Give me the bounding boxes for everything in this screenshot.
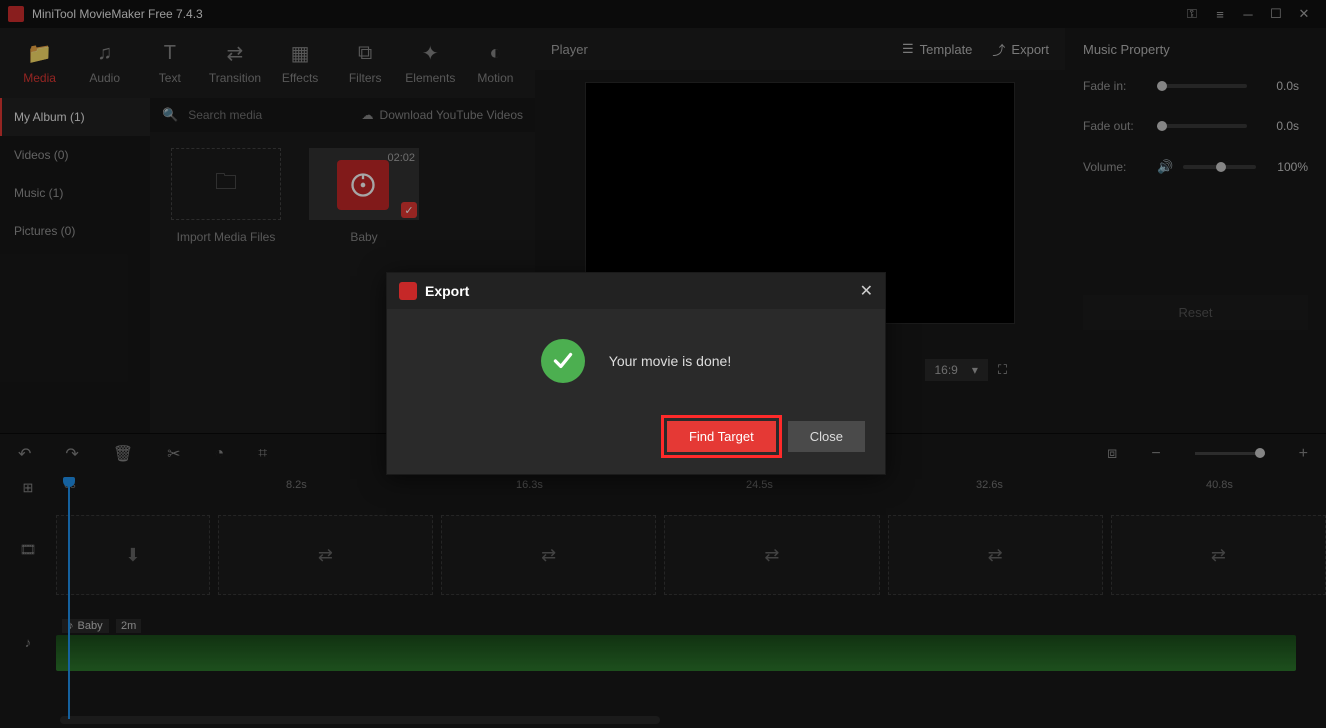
dialog-header: Export ✕	[387, 273, 885, 309]
dialog-logo-icon	[399, 282, 417, 300]
find-target-button[interactable]: Find Target	[667, 421, 776, 452]
export-dialog: Export ✕ Your movie is done! Find Target…	[386, 272, 886, 475]
dialog-close-button[interactable]: Close	[788, 421, 865, 452]
dialog-close-icon[interactable]: ✕	[860, 281, 873, 301]
dialog-body: Your movie is done!	[387, 309, 885, 403]
dialog-footer: Find Target Close	[387, 403, 885, 474]
success-check-icon	[541, 339, 585, 383]
dialog-message: Your movie is done!	[609, 353, 731, 369]
dialog-title: Export	[425, 283, 860, 299]
